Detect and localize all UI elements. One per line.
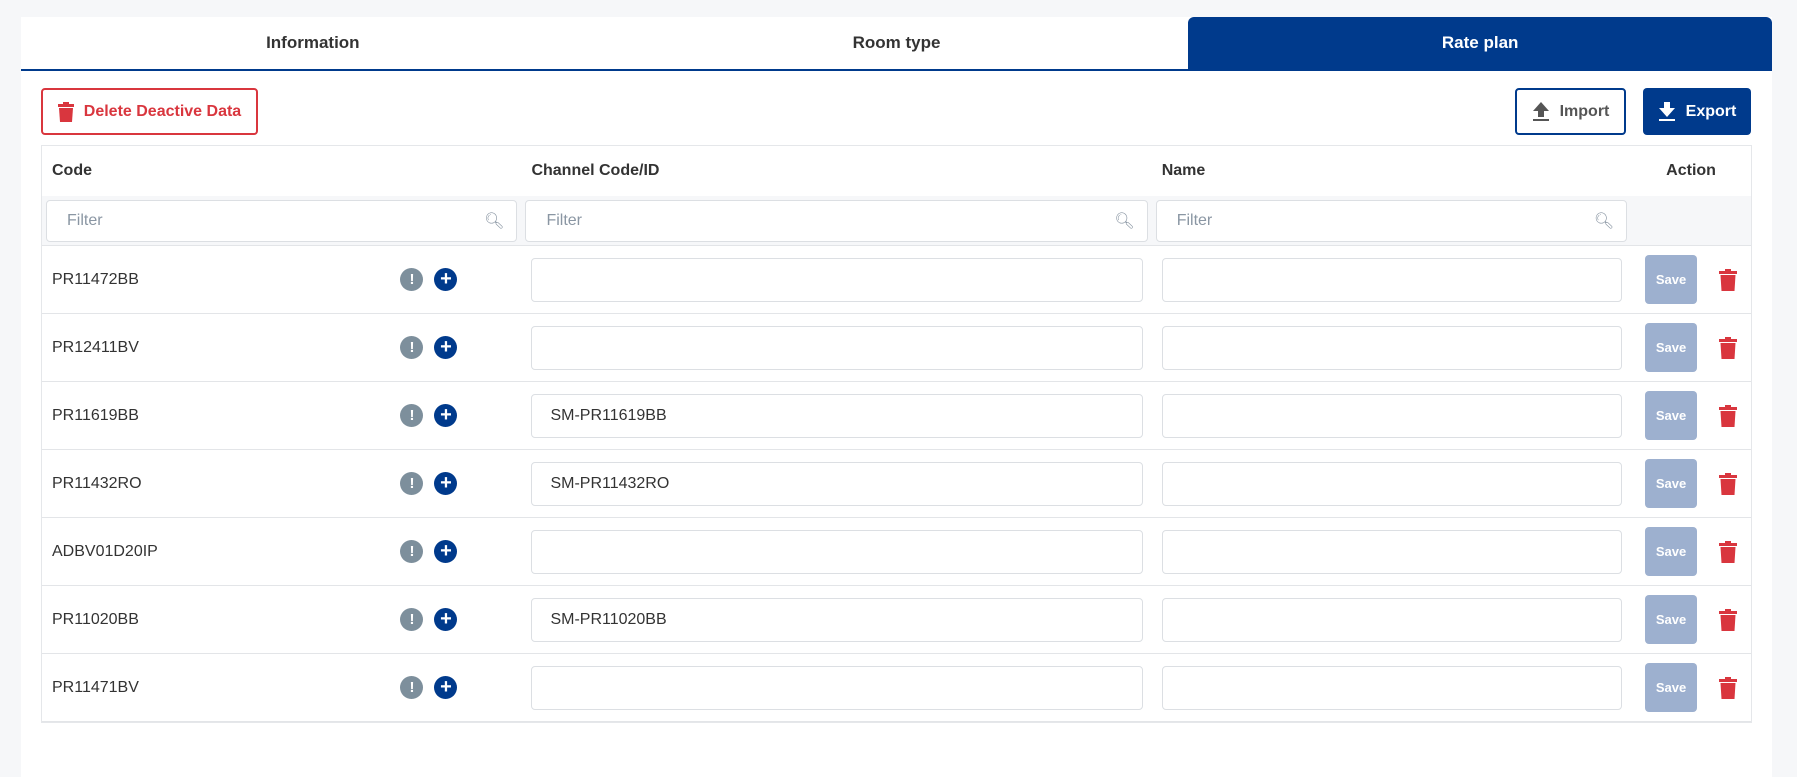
filter-placeholder: Filter — [1176, 211, 1213, 229]
trash-icon[interactable] — [1719, 404, 1738, 427]
delete-deactive-data-button[interactable]: Delete Deactive Data — [41, 88, 258, 135]
delete-deactive-data-label: Delete Deactive Data — [83, 102, 242, 120]
table-row: ADBV01D20IP ! + Save — [42, 518, 1751, 586]
search-icon: 🔍︎ — [484, 212, 505, 230]
filter-placeholder: Filter — [546, 211, 582, 229]
name-input[interactable] — [1161, 393, 1622, 438]
download-icon — [1658, 101, 1675, 121]
add-icon[interactable]: + — [434, 336, 458, 359]
trash-icon[interactable] — [1719, 472, 1738, 495]
table-header: Code Channel Code/ID Name Action — [42, 146, 1751, 196]
name-input[interactable] — [1161, 257, 1622, 302]
add-icon[interactable]: + — [434, 540, 458, 563]
tab-room-type[interactable]: Room type — [605, 17, 1189, 69]
filter-placeholder: Filter — [67, 211, 103, 229]
save-button[interactable]: Save — [1645, 323, 1698, 372]
channel-code-input[interactable] — [531, 529, 1144, 574]
add-icon[interactable]: + — [434, 404, 458, 427]
trash-icon[interactable] — [1719, 268, 1738, 291]
header-name: Name — [1161, 162, 1206, 179]
name-input[interactable] — [1161, 665, 1622, 710]
trash-icon[interactable] — [1719, 336, 1738, 359]
rate-code: PR12411BV — [52, 338, 139, 356]
search-icon: 🔍︎ — [1114, 212, 1135, 230]
save-button[interactable]: Save — [1645, 527, 1698, 576]
add-icon[interactable]: + — [434, 676, 458, 699]
info-icon[interactable]: ! — [400, 676, 424, 699]
channel-filter-input[interactable]: Filter 🔍︎ — [525, 199, 1148, 242]
filter-row: Filter 🔍︎ Filter 🔍︎ Filter 🔍︎ — [42, 196, 1751, 246]
trash-icon[interactable] — [1719, 608, 1738, 631]
rate-code: PR11619BB — [52, 406, 139, 424]
trash-icon[interactable] — [1719, 676, 1738, 699]
table-row: PR11471BV ! + Save — [42, 654, 1751, 722]
export-label: Export — [1685, 102, 1737, 120]
rate-code: PR11432RO — [52, 474, 142, 492]
channel-code-input[interactable] — [531, 665, 1144, 710]
upload-icon — [1532, 101, 1549, 121]
tab-bar: Information Room type Rate plan — [21, 17, 1773, 71]
info-icon[interactable]: ! — [400, 336, 424, 359]
code-filter-input[interactable]: Filter 🔍︎ — [46, 199, 518, 242]
search-icon: 🔍︎ — [1593, 212, 1615, 230]
rate-plan-table: Code Channel Code/ID Name Action Filter 🔍… — [41, 145, 1752, 723]
name-filter-input[interactable]: Filter 🔍︎ — [1155, 199, 1628, 242]
tab-information[interactable]: Information — [21, 17, 605, 69]
table-row: PR11472BB ! + Save — [42, 246, 1751, 314]
import-button[interactable]: Import — [1515, 88, 1626, 135]
info-icon[interactable]: ! — [400, 268, 424, 291]
table-row: PR11020BB ! + SM-PR11020BB Save — [42, 586, 1751, 654]
save-button[interactable]: Save — [1645, 663, 1698, 712]
info-icon[interactable]: ! — [400, 472, 424, 495]
info-icon[interactable]: ! — [400, 608, 424, 631]
export-button[interactable]: Export — [1643, 88, 1751, 135]
rate-code: PR11472BB — [52, 270, 139, 288]
tab-rate-plan[interactable]: Rate plan — [1188, 17, 1773, 69]
import-label: Import — [1559, 102, 1610, 120]
channel-code-input[interactable]: SM-PR11020BB — [531, 597, 1144, 642]
rate-plan-panel: Information Room type Rate plan Delete D… — [21, 17, 1773, 777]
name-input[interactable] — [1161, 325, 1622, 370]
channel-code-input[interactable]: SM-PR11432RO — [531, 461, 1144, 506]
trash-icon — [57, 101, 74, 122]
header-channel: Channel Code/ID — [531, 162, 660, 179]
add-icon[interactable]: + — [434, 608, 458, 631]
table-row: PR11619BB ! + SM-PR11619BB Save — [42, 382, 1751, 450]
name-input[interactable] — [1161, 529, 1622, 574]
trash-icon[interactable] — [1719, 540, 1738, 563]
header-action: Action — [1666, 162, 1716, 179]
channel-code-input[interactable]: SM-PR11619BB — [531, 393, 1144, 438]
channel-code-input[interactable] — [531, 325, 1144, 370]
rate-code: PR11020BB — [52, 610, 139, 628]
save-button[interactable]: Save — [1645, 595, 1698, 644]
table-row: PR11432RO ! + SM-PR11432RO Save — [42, 450, 1751, 518]
channel-code-input[interactable] — [531, 257, 1144, 302]
info-icon[interactable]: ! — [400, 540, 424, 563]
info-icon[interactable]: ! — [400, 404, 424, 427]
rate-code: PR11471BV — [52, 678, 139, 696]
save-button[interactable]: Save — [1645, 391, 1698, 440]
name-input[interactable] — [1161, 597, 1622, 642]
table-row: PR12411BV ! + Save — [42, 314, 1751, 382]
header-code: Code — [52, 162, 92, 179]
add-icon[interactable]: + — [434, 472, 458, 495]
save-button[interactable]: Save — [1645, 459, 1698, 508]
save-button[interactable]: Save — [1645, 255, 1698, 304]
rate-code: ADBV01D20IP — [52, 542, 158, 560]
add-icon[interactable]: + — [434, 268, 458, 291]
name-input[interactable] — [1161, 461, 1622, 506]
